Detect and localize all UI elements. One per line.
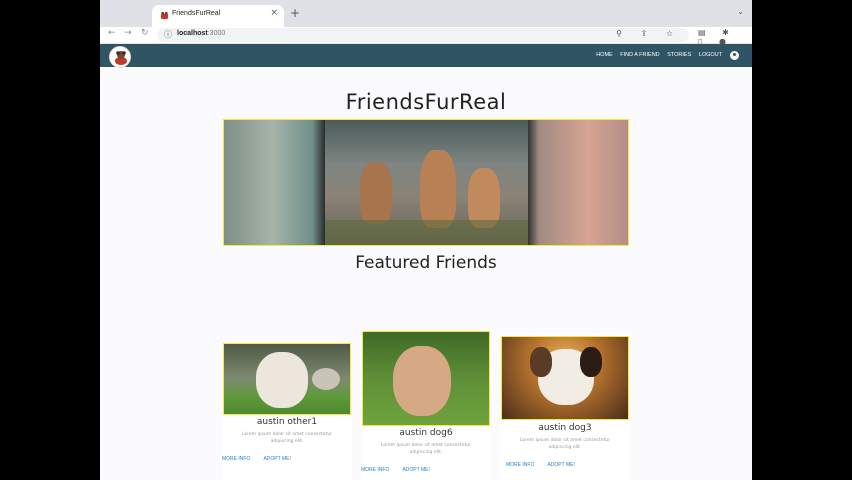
card-description: Lorem ipsum dolor sit amet consectetur a…: [380, 443, 472, 455]
more-info-link[interactable]: MORE INFO: [222, 456, 250, 462]
friend-card: austin dog3 Lorem ipsum dolor sit amet c…: [500, 335, 630, 480]
card-name: austin other1: [256, 417, 318, 427]
friend-card: austin dog6 Lorem ipsum dolor sit amet c…: [361, 330, 491, 480]
sheep-figure: [256, 352, 308, 408]
site-navbar: HOME FIND A FRIEND STORIES LOGOUT: [100, 44, 752, 68]
browser-tab[interactable]: FriendsFurReal ×: [152, 5, 284, 27]
tab-title: FriendsFurReal: [172, 10, 221, 17]
reload-button[interactable]: ↻: [141, 28, 149, 38]
puppy-right: [468, 168, 500, 228]
url-host: localhost: [177, 30, 208, 37]
card-photo-collie[interactable]: [501, 336, 629, 420]
site-info-icon[interactable]: ⓘ: [164, 29, 172, 40]
nav-home[interactable]: HOME: [596, 52, 613, 58]
omnibox-action-icons[interactable]: ⚲ ⇪ ☆: [616, 29, 681, 38]
account-icon[interactable]: [730, 51, 739, 60]
adopt-me-link[interactable]: ADOPT ME!: [402, 467, 429, 473]
card-description: Lorem ipsum dolor sit amet consectetur a…: [519, 438, 611, 450]
hero-puppies-photo: [325, 120, 528, 245]
more-info-link[interactable]: MORE INFO: [361, 467, 389, 473]
card-name: austin dog6: [399, 428, 453, 438]
nav-links: HOME FIND A FRIEND STORIES LOGOUT: [590, 52, 722, 58]
friend-card: austin other1 Lorem ipsum dolor sit amet…: [222, 342, 352, 480]
nav-stories[interactable]: STORIES: [667, 52, 691, 58]
url-text: localhost:3000: [177, 30, 225, 37]
card-description: Lorem ipsum dolor sit amet consectetur a…: [241, 432, 333, 444]
card-links: MORE INFO ADOPT ME!: [506, 462, 587, 468]
sheep-figure-2: [312, 368, 340, 390]
browser-toolbar: ← → ↻ ⓘ localhost:3000 ⚲ ⇪ ☆ ▤ ✱ ▯ ● ⋮: [100, 27, 752, 55]
featured-heading: Featured Friends: [355, 253, 497, 273]
collie-ear-right: [580, 347, 602, 377]
grass: [325, 220, 528, 245]
collie-ear-left: [530, 347, 552, 377]
nav-logout[interactable]: LOGOUT: [699, 52, 722, 58]
card-name: austin dog3: [538, 423, 592, 433]
nav-find-a-friend[interactable]: FIND A FRIEND: [620, 52, 659, 58]
card-photo-sheep[interactable]: [223, 343, 351, 415]
card-photo-poodle[interactable]: [362, 331, 490, 426]
tab-search-icon[interactable]: ⌄: [737, 7, 744, 16]
poodle-figure: [393, 346, 451, 416]
back-button[interactable]: ←: [108, 28, 116, 38]
hero-image: [223, 119, 629, 246]
tab-close-icon[interactable]: ×: [270, 8, 278, 18]
new-tab-button[interactable]: +: [290, 6, 300, 20]
more-info-link[interactable]: MORE INFO: [506, 462, 534, 468]
site-logo[interactable]: [109, 46, 131, 68]
puppy-center: [420, 150, 456, 228]
dog-logo-icon: [115, 51, 127, 65]
card-links: MORE INFO ADOPT ME!: [222, 456, 303, 462]
tab-strip: FriendsFurReal × + ⌄: [100, 0, 752, 27]
address-bar[interactable]: ⓘ localhost:3000 ⚲ ⇪ ☆: [157, 28, 689, 42]
forward-button[interactable]: →: [124, 28, 132, 38]
adopt-me-link[interactable]: ADOPT ME!: [547, 462, 574, 468]
url-port: :3000: [207, 30, 226, 37]
paw-favicon-icon: [160, 11, 169, 20]
card-links: MORE INFO ADOPT ME!: [361, 467, 442, 473]
page-title: FriendsFurReal: [345, 90, 507, 114]
adopt-me-link[interactable]: ADOPT ME!: [263, 456, 290, 462]
puppy-left: [360, 162, 392, 224]
browser-window: FriendsFurReal × + ⌄ ← → ↻ ⓘ localhost:3…: [100, 0, 752, 480]
